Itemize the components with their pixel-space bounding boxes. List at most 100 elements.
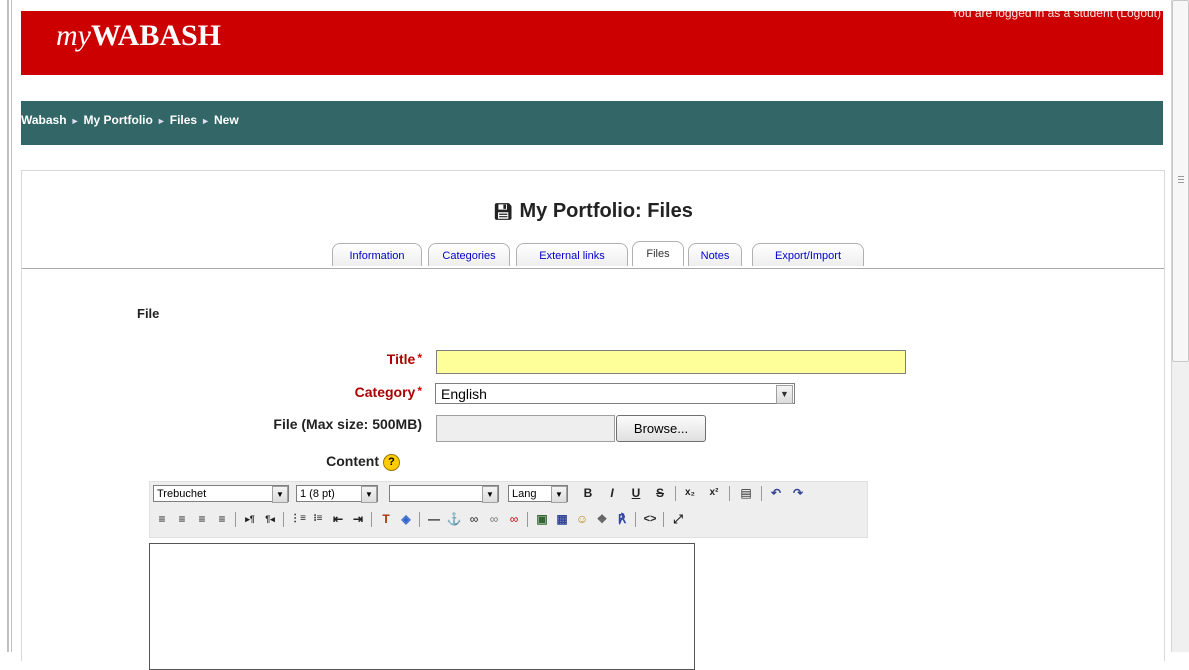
vertical-scrollbar[interactable] [1171,0,1189,652]
page-title-text: My Portfolio: Files [519,200,693,222]
toolbar-separator [663,512,664,527]
font-select-value: Trebuchet [157,488,207,500]
strikethrough-icon[interactable]: S [651,484,669,502]
window-border-left [7,0,9,652]
horizontal-rule-icon[interactable]: — [425,510,443,528]
toolbar-separator [729,486,730,501]
site-logo[interactable]: myWABASH [56,19,221,53]
required-star-icon: * [417,384,422,398]
tab-information[interactable]: Information [332,243,422,266]
breadcrumb-separator: ► [70,116,80,126]
align-right-icon[interactable]: ≡ [193,510,211,528]
undo-icon[interactable]: ↶ [767,484,785,502]
chevron-down-icon[interactable]: ▼ [361,486,377,503]
navigation-bar: Wabash ► My Portfolio ► Files ► New [21,101,1163,145]
floppy-disk-icon: 💾︎ [493,204,514,221]
style-select[interactable]: ▼ [389,485,499,503]
title-input[interactable] [436,350,906,374]
site-header: myWABASH You are logged in as a student … [21,6,1163,75]
italic-icon[interactable]: I [603,484,621,502]
lang-select[interactable]: Lang ▼ [508,485,568,503]
text-color-icon[interactable]: T [377,510,395,528]
html-source-icon[interactable]: <> [641,510,659,528]
category-select-value: English [441,386,487,402]
rtl-direction-icon[interactable]: ¶◂ [261,510,279,528]
help-icon[interactable]: ? [383,453,400,471]
content-label-text: Content [326,453,379,469]
toolbar-separator [675,486,676,501]
login-info[interactable]: You are logged in as a student (Logout) [951,6,1161,20]
unlink-icon[interactable]: ∞ [485,510,503,528]
toolbar-separator [283,512,284,527]
link-icon[interactable]: ∞ [465,510,483,528]
breadcrumb-separator: ► [156,116,166,126]
insert-image-icon[interactable]: ▣ [533,510,551,528]
tab-export-import[interactable]: Export/Import [752,243,864,266]
smiley-icon[interactable]: ☺ [573,510,591,528]
content-editor[interactable] [149,543,695,670]
bold-icon[interactable]: B [579,484,597,502]
window-border-left-inner [11,0,12,652]
ordered-list-icon[interactable]: ⋮≡ [289,510,307,528]
editor-toolbar: Trebuchet ▼ 1 (8 pt) ▼ ▼ Lang ▼ B I U S x₂ … [149,481,868,538]
indent-icon[interactable]: ⇥ [349,510,367,528]
redo-icon[interactable]: ↷ [789,484,807,502]
tab-external-links[interactable]: External links [516,243,628,266]
insert-table-icon[interactable]: ▦ [553,510,571,528]
ltr-direction-icon[interactable]: ▸¶ [241,510,259,528]
align-left-icon[interactable]: ≡ [153,510,171,528]
category-label-text: Category [354,384,416,400]
chevron-down-icon[interactable]: ▼ [482,486,498,503]
title-label-text: Title [386,351,416,367]
file-label: File (Max size: 500MB) [273,416,422,432]
editor-toolbar-row-1: Trebuchet ▼ 1 (8 pt) ▼ ▼ Lang ▼ B I U S x₂ … [153,483,863,505]
scrollbar-grip-icon [1178,176,1184,184]
chevron-down-icon[interactable]: ▼ [776,385,793,404]
lang-select-value: Lang [512,488,537,500]
toolbar-separator [235,512,236,527]
breadcrumb-item-new: New [214,113,239,127]
background-color-icon[interactable]: ◈ [397,510,415,528]
category-label: Category * [302,384,422,400]
content-label: Content? [272,453,400,471]
size-select-value: 1 (8 pt) [300,488,335,500]
tab-underline [22,268,1164,269]
tab-notes[interactable]: Notes [688,243,742,266]
page-title: 💾︎ My Portfolio: Files [22,200,1164,223]
font-select[interactable]: Trebuchet ▼ [153,485,289,503]
breadcrumb: Wabash ► My Portfolio ► Files ► New [21,113,239,127]
special-chars-icon[interactable]: ❖ [593,510,611,528]
toolbar-separator [527,512,528,527]
breadcrumb-item-my-portfolio[interactable]: My Portfolio [83,113,152,127]
breadcrumb-item-wabash[interactable]: Wabash [21,113,67,127]
logo-main: WABASH [90,19,222,52]
logo-prefix: my [56,19,91,52]
search-replace-icon[interactable]: ℟ [613,510,631,528]
required-star-icon: * [417,351,422,365]
superscript-icon[interactable]: x² [705,484,723,502]
fullscreen-icon[interactable]: ⤢ [669,510,687,528]
unordered-list-icon[interactable]: ⁝≡ [309,510,327,528]
browse-button[interactable]: Browse... [616,415,706,442]
paste-word-icon[interactable]: ▤ [737,484,755,502]
section-label-file: File [137,306,160,321]
toolbar-separator [419,512,420,527]
category-select[interactable]: English ▼ [435,383,795,404]
file-path-input[interactable] [436,415,615,442]
outdent-icon[interactable]: ⇤ [329,510,347,528]
tab-categories[interactable]: Categories [428,243,510,266]
tab-files[interactable]: Files [632,241,684,266]
subscript-icon[interactable]: x₂ [681,484,699,502]
align-center-icon[interactable]: ≡ [173,510,191,528]
size-select[interactable]: 1 (8 pt) ▼ [296,485,378,503]
chevron-down-icon[interactable]: ▼ [272,486,288,503]
title-label: Title * [322,351,422,367]
editor-toolbar-row-2: ≡ ≡ ≡ ≡ ▸¶ ¶◂ ⋮≡ ⁝≡ ⇤ ⇥ T ◈ — ⚓ ∞ ∞ ∞ ▣ … [153,509,863,531]
main-content: 💾︎ My Portfolio: Files Information Catego… [21,170,1165,670]
chevron-down-icon[interactable]: ▼ [551,486,567,503]
breadcrumb-item-files[interactable]: Files [170,113,197,127]
anchor-icon[interactable]: ⚓ [445,510,463,528]
nolink-icon[interactable]: ∞ [505,510,523,528]
align-justify-icon[interactable]: ≡ [213,510,231,528]
underline-icon[interactable]: U [627,484,645,502]
